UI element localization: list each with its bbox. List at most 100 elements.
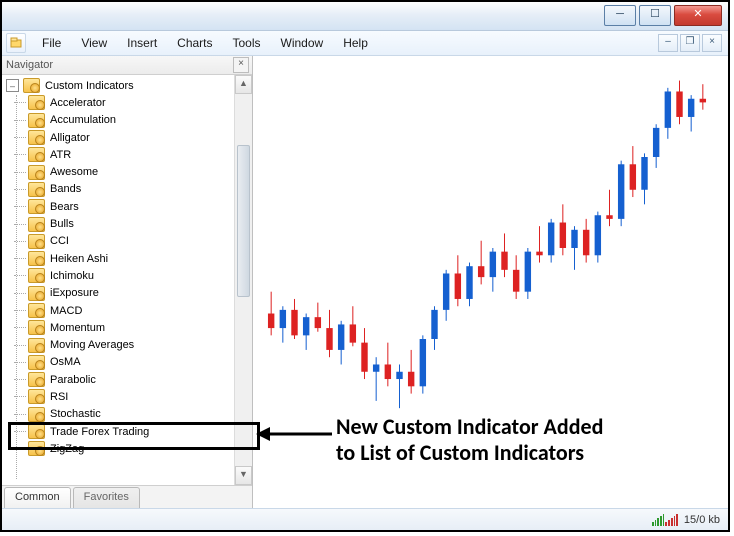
- menu-charts[interactable]: Charts: [167, 36, 222, 50]
- indicator-icon: [28, 268, 45, 283]
- tree-item[interactable]: Bears: [6, 198, 252, 215]
- tree-item-label: CCI: [49, 235, 69, 247]
- navigator-panel: Navigator × – Custom Indicators Accelera…: [2, 56, 253, 508]
- menu-view[interactable]: View: [71, 36, 117, 50]
- scroll-up-button[interactable]: ▲: [235, 75, 252, 94]
- tree-item[interactable]: Heiken Ashi: [6, 250, 252, 267]
- indicator-icon: [28, 355, 45, 370]
- tree-item-label: Bulls: [49, 218, 74, 230]
- menu-tools[interactable]: Tools: [223, 36, 271, 50]
- tree-item-label: iExposure: [49, 287, 99, 299]
- indicator-icon: [28, 407, 45, 422]
- tree-item[interactable]: iExposure: [6, 285, 252, 302]
- window-titlebar[interactable]: ─ ☐ ✕: [2, 2, 728, 31]
- tree-item[interactable]: Alligator: [6, 129, 252, 146]
- tree-item[interactable]: Accumulation: [6, 112, 252, 129]
- folder-indicator-icon: [23, 78, 40, 93]
- tree-item[interactable]: Accelerator: [6, 94, 252, 111]
- tree-item[interactable]: RSI: [6, 388, 252, 405]
- connection-signal-icon: [652, 513, 678, 526]
- tree-item[interactable]: MACD: [6, 302, 252, 319]
- navigator-header[interactable]: Navigator ×: [2, 56, 252, 75]
- scroll-thumb[interactable]: [237, 145, 250, 297]
- tree-item-label: Alligator: [49, 132, 90, 144]
- indicator-icon: [28, 251, 45, 266]
- scroll-down-button[interactable]: ▼: [235, 466, 252, 485]
- tree-item[interactable]: CCI: [6, 233, 252, 250]
- tree-item-label: ZigZag: [49, 443, 84, 455]
- tree-item[interactable]: Ichimoku: [6, 267, 252, 284]
- indicator-icon: [28, 234, 45, 249]
- tree-item[interactable]: OsMA: [6, 354, 252, 371]
- tree-item-label: ATR: [49, 149, 71, 161]
- indicator-icon: [28, 286, 45, 301]
- tree-item[interactable]: Bulls: [6, 215, 252, 232]
- menu-help[interactable]: Help: [333, 36, 378, 50]
- tree-item-label: Stochastic: [49, 408, 101, 420]
- tree-item[interactable]: Bands: [6, 181, 252, 198]
- navigator-scrollbar[interactable]: ▲ ▼: [234, 75, 252, 485]
- menu-insert[interactable]: Insert: [117, 36, 167, 50]
- indicator-icon: [28, 338, 45, 353]
- status-network: 15/0 kb: [684, 514, 720, 526]
- tree-item[interactable]: Trade Forex Trading: [6, 423, 252, 440]
- navigator-title: Navigator: [6, 59, 53, 71]
- tree-item-label: Parabolic: [49, 374, 96, 386]
- tree-item-label: Accumulation: [49, 114, 116, 126]
- indicator-icon: [28, 199, 45, 214]
- indicator-icon: [28, 130, 45, 145]
- mdi-restore-button[interactable]: ❐: [680, 34, 700, 52]
- tree-root-label[interactable]: Custom Indicators: [44, 80, 134, 92]
- tree-item[interactable]: Stochastic: [6, 406, 252, 423]
- indicator-icon: [28, 147, 45, 162]
- indicator-icon: [28, 424, 45, 439]
- indicator-icon: [28, 389, 45, 404]
- tree-item[interactable]: Moving Averages: [6, 336, 252, 353]
- indicator-icon: [28, 165, 45, 180]
- tree-item-label: OsMA: [49, 356, 81, 368]
- indicator-icon: [28, 320, 45, 335]
- tree-item-label: Awesome: [49, 166, 98, 178]
- menu-window[interactable]: Window: [271, 36, 334, 50]
- indicator-icon: [28, 441, 45, 456]
- menu-bar: File View Insert Charts Tools Window Hel…: [2, 31, 728, 56]
- tree-item-label: Momentum: [49, 322, 105, 334]
- candlestick-chart: [263, 66, 718, 430]
- navigator-tree[interactable]: – Custom Indicators Accelerator Accumulat…: [2, 75, 252, 485]
- indicator-icon: [28, 95, 45, 110]
- indicator-icon: [28, 182, 45, 197]
- tree-item-label: Bears: [49, 201, 79, 213]
- tree-item-label: MACD: [49, 305, 82, 317]
- tab-common[interactable]: Common: [4, 487, 71, 508]
- tree-item[interactable]: Awesome: [6, 163, 252, 180]
- window-close-button[interactable]: ✕: [674, 5, 722, 26]
- tree-item-label: Ichimoku: [49, 270, 94, 282]
- tree-item-label: Trade Forex Trading: [49, 426, 149, 438]
- tree-item-label: Accelerator: [49, 97, 106, 109]
- tree-item-label: RSI: [49, 391, 68, 403]
- window-minimize-button[interactable]: ─: [604, 5, 636, 26]
- mdi-minimize-button[interactable]: –: [658, 34, 678, 52]
- menu-file[interactable]: File: [32, 36, 71, 50]
- tree-item[interactable]: Parabolic: [6, 371, 252, 388]
- chart-area[interactable]: [253, 56, 728, 508]
- mdi-close-button[interactable]: ×: [702, 34, 722, 52]
- tree-item-label: Moving Averages: [49, 339, 134, 351]
- status-bar: 15/0 kb: [2, 508, 728, 530]
- indicator-icon: [28, 372, 45, 387]
- window-maximize-button[interactable]: ☐: [639, 5, 671, 26]
- indicator-icon: [28, 217, 45, 232]
- navigator-tabs: Common Favorites: [2, 485, 252, 508]
- tree-item[interactable]: Momentum: [6, 319, 252, 336]
- tree-item-label: Bands: [49, 183, 81, 195]
- app-icon[interactable]: [6, 33, 26, 53]
- tree-item[interactable]: ATR: [6, 146, 252, 163]
- indicator-icon: [28, 303, 45, 318]
- tab-favorites[interactable]: Favorites: [73, 487, 140, 508]
- app-window: ─ ☐ ✕ File View Insert Charts Tools Wind…: [0, 0, 730, 532]
- tree-collapse-icon[interactable]: –: [6, 79, 19, 92]
- indicator-icon: [28, 113, 45, 128]
- tree-item-label: Heiken Ashi: [49, 253, 108, 265]
- tree-item[interactable]: ZigZag: [6, 440, 252, 457]
- navigator-close-button[interactable]: ×: [233, 57, 249, 73]
